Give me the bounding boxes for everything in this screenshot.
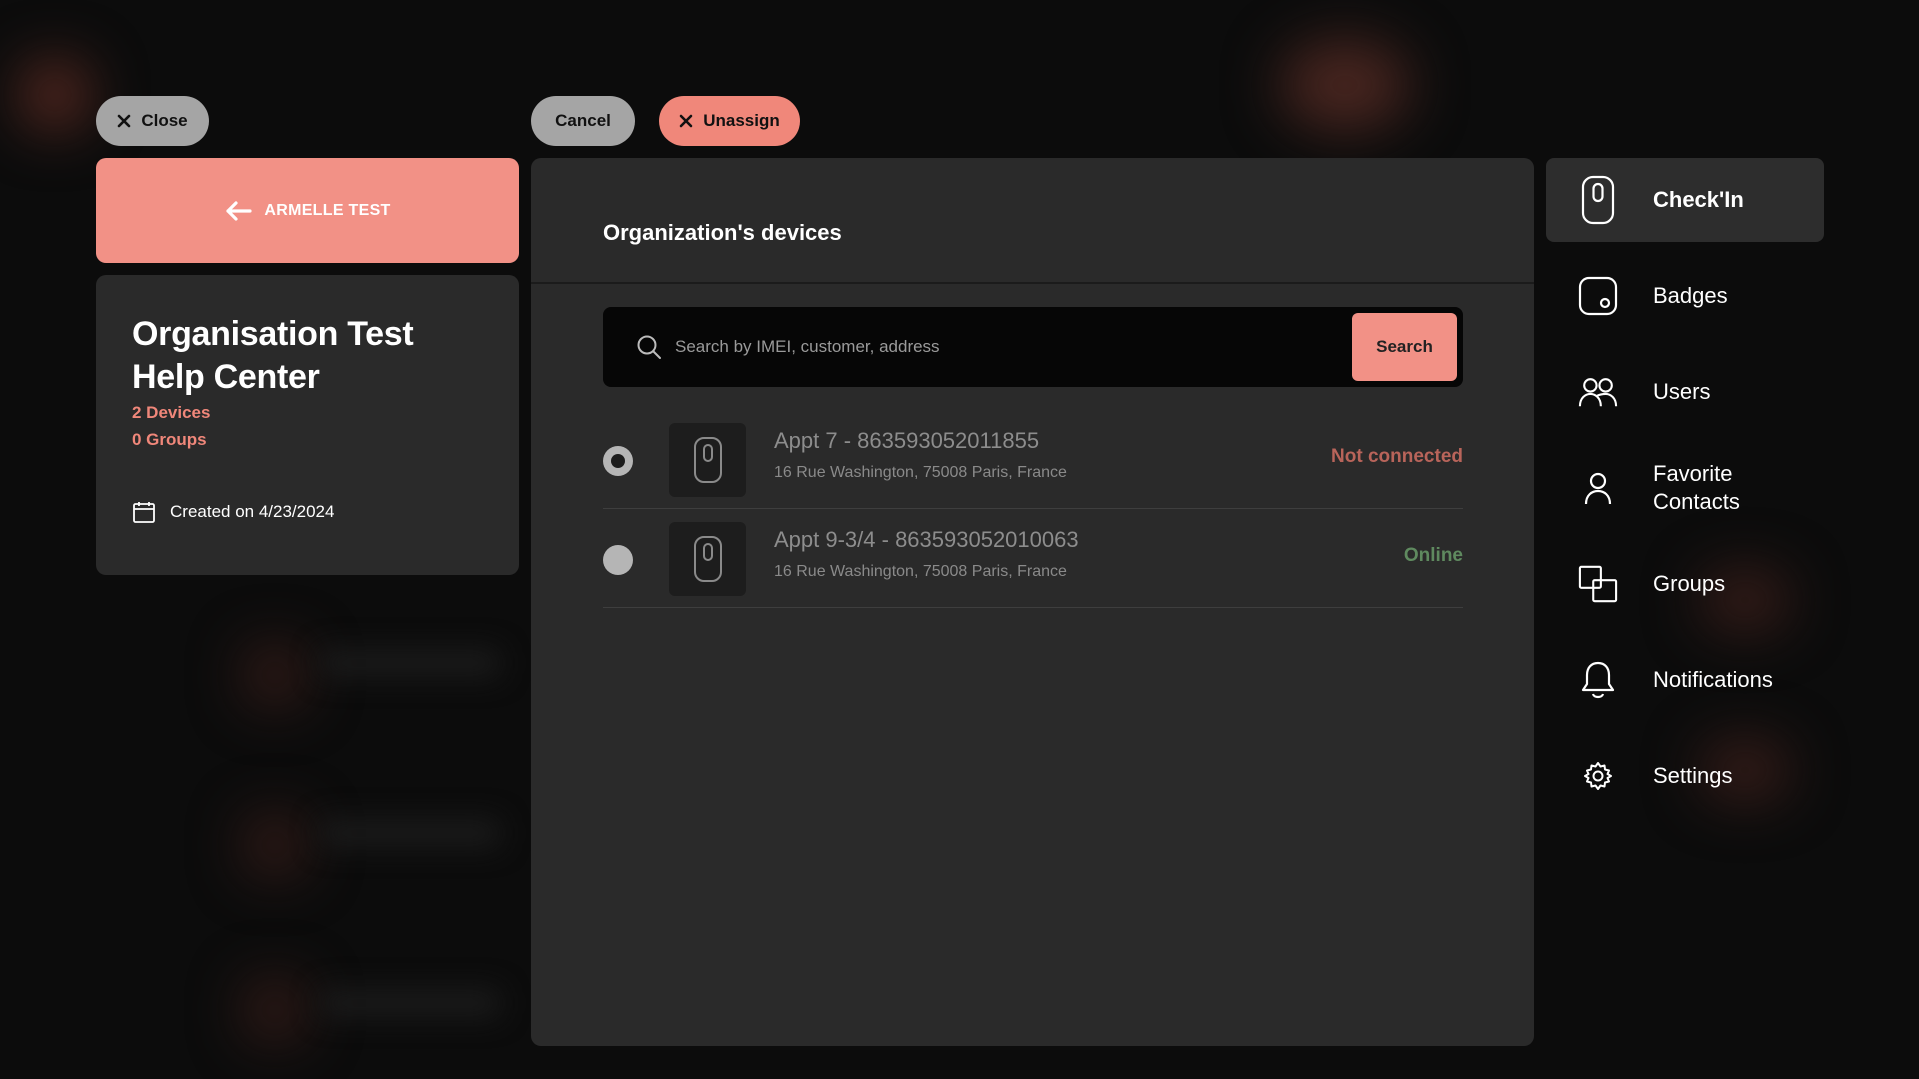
nav-item-favorite-contacts[interactable]: Favorite Contacts bbox=[1546, 446, 1824, 530]
bell-icon bbox=[1578, 658, 1618, 702]
contact-icon bbox=[1578, 466, 1618, 510]
status-badge: Not connected bbox=[1331, 446, 1463, 467]
nav-item-badges[interactable]: Badges bbox=[1546, 254, 1824, 338]
background-blur bbox=[245, 980, 305, 1040]
close-button[interactable]: Close bbox=[96, 96, 209, 146]
unassign-button[interactable]: Unassign bbox=[659, 96, 800, 146]
nav-label: Favorite Contacts bbox=[1653, 461, 1740, 514]
background-blur bbox=[320, 820, 500, 846]
calendar-icon bbox=[133, 502, 155, 523]
organization-card: Organisation Test Help Center 2 Devices … bbox=[96, 275, 519, 575]
background-blur bbox=[20, 60, 90, 130]
nav-label: Badges bbox=[1653, 283, 1728, 308]
groups-count: 0 Groups bbox=[132, 430, 207, 449]
badge-icon bbox=[1578, 274, 1618, 318]
cancel-label: Cancel bbox=[555, 111, 611, 130]
device-icon bbox=[693, 437, 722, 483]
cancel-button[interactable]: Cancel bbox=[531, 96, 635, 146]
device-address: 16 Rue Washington, 75008 Paris, France bbox=[774, 563, 1067, 580]
background-blur bbox=[1280, 40, 1410, 130]
device-radio[interactable] bbox=[603, 446, 633, 476]
device-name: Appt 7 - 863593052011855 bbox=[774, 428, 1040, 453]
nav-item-settings[interactable]: Settings bbox=[1546, 734, 1824, 818]
search-button[interactable]: Search bbox=[1352, 313, 1457, 381]
background-blur bbox=[245, 645, 305, 705]
nav-label: Users bbox=[1653, 379, 1711, 404]
background-blur bbox=[320, 650, 500, 676]
back-label: ARMELLE TEST bbox=[264, 201, 391, 219]
unassign-label: Unassign bbox=[703, 111, 780, 130]
panel-title: Organization's devices bbox=[603, 220, 842, 245]
nav-item-groups[interactable]: Groups bbox=[1546, 542, 1824, 626]
device-thumbnail bbox=[669, 522, 746, 596]
status-badge: Online bbox=[1403, 545, 1463, 566]
close-icon bbox=[118, 114, 131, 128]
nav-label: Settings bbox=[1653, 763, 1733, 788]
nav-label: Notifications bbox=[1653, 667, 1773, 692]
nav-label: Groups bbox=[1653, 571, 1726, 596]
device-icon bbox=[693, 536, 722, 582]
back-to-organization-button[interactable]: ARMELLE TEST bbox=[96, 158, 519, 263]
search-input[interactable] bbox=[675, 327, 1315, 367]
nav-item-checkin[interactable]: Check'In bbox=[1546, 158, 1824, 242]
created-date-label: Created on 4/23/2024 bbox=[170, 502, 335, 521]
nav-item-users[interactable]: Users bbox=[1546, 350, 1824, 434]
device-row[interactable]: Appt 7 - 863593052011855 16 Rue Washingt… bbox=[603, 410, 1463, 509]
device-radio[interactable] bbox=[603, 545, 633, 575]
device-address: 16 Rue Washington, 75008 Paris, France bbox=[774, 464, 1067, 481]
search-bar: Search bbox=[603, 307, 1463, 387]
devices-count: 2 Devices bbox=[132, 403, 211, 422]
background-blur bbox=[320, 990, 500, 1016]
groups-icon bbox=[1578, 562, 1618, 606]
device-thumbnail bbox=[669, 423, 746, 497]
device-icon bbox=[1578, 175, 1618, 225]
gear-icon bbox=[1578, 754, 1618, 798]
arrow-left-icon bbox=[226, 200, 252, 221]
devices-panel: Organization's devices Search Appt 7 - 8… bbox=[531, 158, 1534, 1046]
nav-item-notifications[interactable]: Notifications bbox=[1546, 638, 1824, 722]
nav-label: Check'In bbox=[1653, 187, 1744, 212]
close-icon bbox=[679, 114, 693, 128]
device-row[interactable]: Appt 9-3/4 - 863593052010063 16 Rue Wash… bbox=[603, 509, 1463, 608]
background-blur bbox=[245, 815, 305, 875]
search-icon bbox=[637, 335, 661, 359]
users-icon bbox=[1578, 370, 1618, 414]
divider bbox=[531, 282, 1534, 284]
created-date: Created on 4/23/2024 bbox=[132, 500, 334, 524]
organization-name: Organisation Test Help Center bbox=[132, 315, 414, 396]
device-name: Appt 9-3/4 - 863593052010063 bbox=[774, 527, 1079, 552]
close-label: Close bbox=[141, 111, 188, 130]
